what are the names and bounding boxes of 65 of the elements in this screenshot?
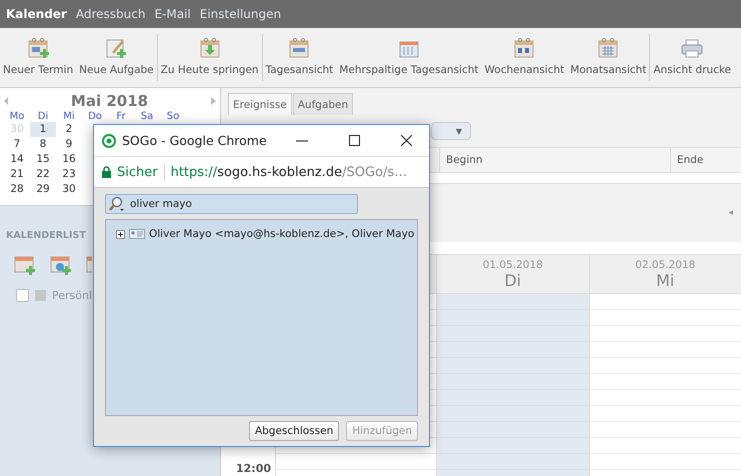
toolbar-button[interactable]: Monatsansicht — [567, 34, 650, 81]
weekday-label: Fr — [115, 111, 127, 122]
day-cell[interactable]: 23 — [56, 167, 82, 182]
search-field[interactable]: oliver mayo — [105, 194, 358, 214]
toolbar-button[interactable]: Ansicht drucke — [650, 34, 734, 81]
weekday-label: Di — [36, 111, 50, 122]
menu-item[interactable]: Kalender — [6, 7, 67, 21]
next-month-icon[interactable] — [210, 97, 216, 105]
day-cell[interactable]: 30 — [56, 182, 82, 197]
toolbar-button[interactable]: Neue Aufgabe — [76, 34, 157, 81]
day-cell[interactable]: 2 — [56, 122, 82, 137]
calendar-name: Persönl — [52, 289, 92, 302]
result-item[interactable]: Oliver Mayo <mayo@hs-koblenz.de>, Oliver Mayo — [149, 228, 414, 240]
column-date: 02.05.2018 — [635, 258, 696, 270]
day-cell[interactable]: 9 — [56, 137, 82, 152]
maximize-icon[interactable] — [348, 135, 360, 146]
expand-icon[interactable] — [116, 230, 125, 238]
day-cell[interactable]: 8 — [30, 137, 56, 152]
day-cell[interactable]: 15 — [30, 152, 56, 167]
toolbar-button[interactable]: Zu Heute springen — [158, 34, 262, 81]
menu-item[interactable]: Einstellungen — [200, 7, 282, 21]
tab[interactable]: Aufgaben — [292, 93, 354, 115]
lock-icon — [102, 166, 111, 178]
weekday-label: Do — [87, 111, 103, 122]
tab[interactable]: Ereignisse — [228, 93, 292, 115]
weekday-label: Mo — [8, 111, 26, 122]
column-weekday: Di — [504, 270, 522, 290]
month-title: Mai 2018 — [70, 92, 148, 110]
url-text: https://sogo.hs-koblenz.de/SOGo/s… — [170, 164, 408, 180]
color-swatch — [35, 290, 46, 301]
day-cell[interactable]: 14 — [4, 152, 30, 167]
filter-dropdown[interactable]: ▼ — [431, 122, 471, 140]
security-label: Sicher — [117, 164, 158, 180]
column-header[interactable]: Ende — [670, 148, 710, 172]
weekday-label: So — [166, 111, 180, 122]
weekday-label: Sa — [140, 111, 154, 122]
time-label: 12:00 — [236, 462, 272, 475]
day-cell[interactable]: 1 — [30, 122, 56, 137]
toolbar-button[interactable]: Tagesansicht — [262, 34, 336, 81]
toolbar-button[interactable]: Wochenansicht — [482, 34, 568, 81]
toolbar-button[interactable]: Mehrspaltige Tagesansicht — [336, 34, 482, 81]
dialog-button[interactable]: Abgeschlossen — [248, 421, 340, 441]
section-title: KALENDERLIST — [6, 230, 86, 241]
day-column[interactable] — [588, 294, 741, 476]
day-cell[interactable]: 21 — [4, 167, 30, 182]
day-cell[interactable]: 7 — [4, 137, 30, 152]
column-date: 01.05.2018 — [482, 258, 543, 270]
close-icon[interactable] — [400, 135, 412, 146]
weekday-label: Mi — [62, 111, 76, 122]
column-weekday: Mi — [656, 270, 674, 290]
previous-month-icon[interactable] — [4, 97, 8, 105]
day-cell[interactable]: 16 — [56, 152, 82, 167]
day-cell[interactable]: 22 — [30, 167, 56, 182]
contact-card-icon — [129, 229, 145, 239]
menu-item[interactable]: E-Mail — [154, 7, 191, 21]
checkbox[interactable] — [16, 289, 29, 302]
day-cell[interactable]: 28 — [4, 182, 30, 197]
column-header[interactable]: Beginn — [439, 148, 670, 172]
app-icon — [102, 134, 116, 148]
search-icon[interactable] — [108, 196, 126, 212]
menu-item[interactable]: Adressbuch — [76, 7, 146, 21]
minimize-icon[interactable] — [296, 140, 308, 142]
toolbar-button[interactable]: Neuer Termin — [0, 34, 76, 81]
window-title: SOGo - Google Chrome — [122, 133, 268, 148]
day-cell[interactable]: 29 — [30, 182, 56, 197]
